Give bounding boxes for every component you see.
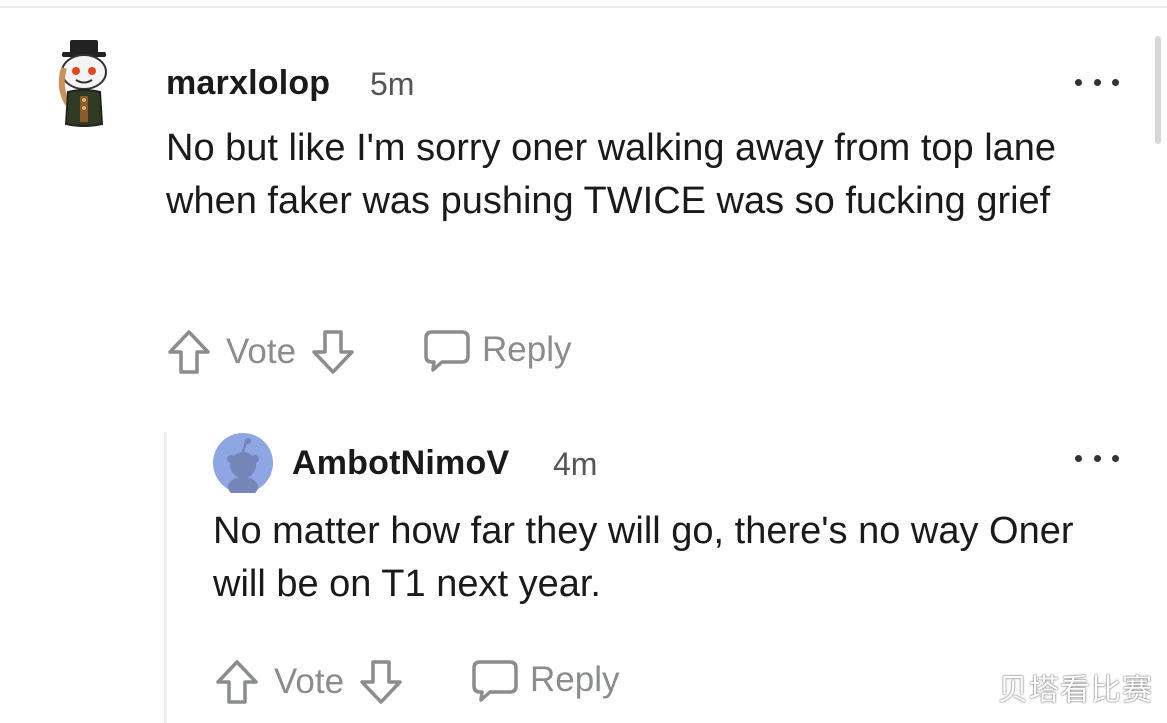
user-avatar[interactable]	[213, 433, 273, 493]
dot-icon	[1093, 454, 1101, 462]
comment-body: No but like I'm sorry oner walking away …	[166, 127, 1057, 222]
comment-body: No matter how far they will go, there's …	[213, 510, 1074, 605]
timestamp: 5m	[370, 66, 415, 102]
vote-control: Vote	[164, 326, 358, 378]
upvote-icon[interactable]	[164, 327, 214, 377]
vote-control: Vote	[212, 656, 406, 708]
vote-label: Vote	[274, 662, 345, 701]
user-avatar[interactable]	[52, 38, 116, 130]
reply-bubble-icon	[422, 326, 472, 374]
reply-label: Reply	[530, 660, 620, 699]
username[interactable]: AmbotNimoV	[292, 444, 509, 483]
snoo-default-avatar-icon	[213, 433, 273, 493]
dot-icon	[1075, 78, 1082, 86]
upvote-icon[interactable]	[212, 657, 262, 707]
vote-label: Vote	[226, 332, 297, 371]
dot-icon	[1112, 78, 1119, 86]
timestamp: 4m	[553, 446, 598, 482]
reply-button[interactable]: Reply	[422, 324, 571, 376]
snoo-avatar-icon	[58, 40, 107, 127]
dot-icon	[1093, 78, 1101, 86]
username[interactable]: marxlolop	[166, 64, 330, 103]
comment: AmbotNimoV 4m No matter how far they wil…	[0, 400, 1167, 723]
more-options-button[interactable]	[1075, 70, 1119, 94]
more-options-button[interactable]	[1075, 446, 1119, 470]
downvote-icon[interactable]	[356, 657, 406, 707]
reply-bubble-icon	[470, 656, 520, 704]
downvote-icon[interactable]	[308, 327, 358, 377]
reply-label: Reply	[482, 330, 572, 369]
reply-button[interactable]: Reply	[470, 654, 619, 706]
dot-icon	[1112, 454, 1119, 462]
comment: marxlolop 5m No but like I'm sorry oner …	[0, 0, 1167, 400]
watermark: 贝塔看比赛	[998, 673, 1153, 708]
dot-icon	[1075, 454, 1082, 462]
